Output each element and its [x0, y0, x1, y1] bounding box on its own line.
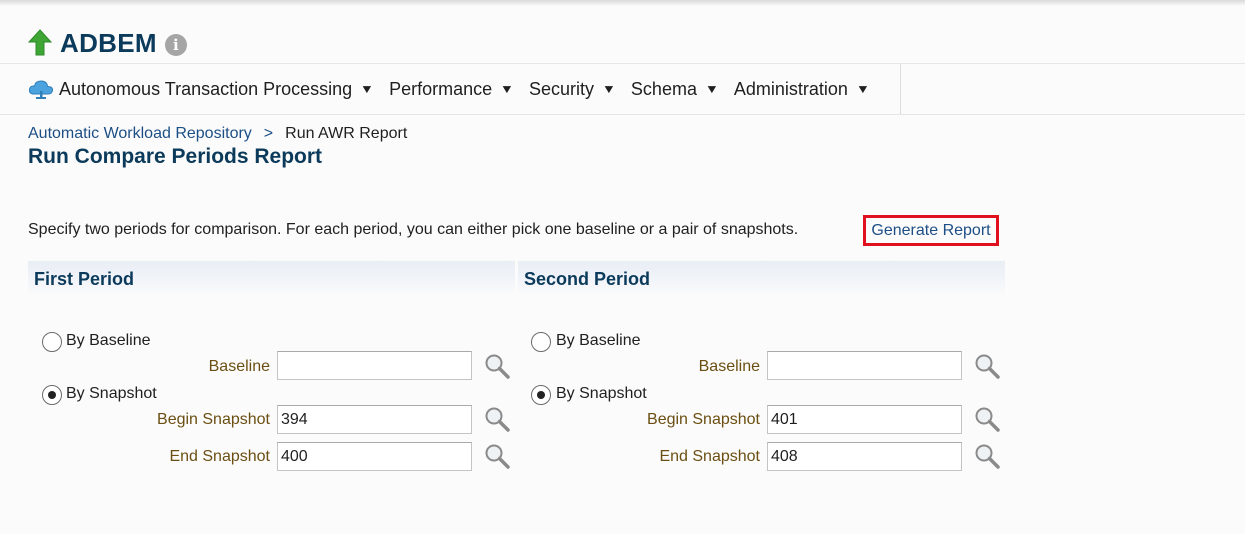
- page-title: Run Compare Periods Report: [28, 145, 323, 168]
- caret-down-icon: ▼: [499, 82, 515, 96]
- second-by-snapshot-label: By Snapshot: [556, 385, 647, 402]
- second-by-baseline-radio[interactable]: [531, 332, 551, 352]
- caret-down-icon: ▼: [855, 82, 870, 96]
- generate-report-button[interactable]: Generate Report: [863, 215, 999, 246]
- search-icon[interactable]: [483, 405, 511, 433]
- menu-item-security[interactable]: Security ▼: [529, 78, 617, 100]
- app-title-row: ADBEM i: [27, 26, 187, 60]
- search-icon[interactable]: [973, 405, 1001, 433]
- first-by-baseline-radio[interactable]: [42, 332, 62, 352]
- menu-item-performance[interactable]: Performance ▼: [389, 78, 515, 100]
- breadcrumb-link-awr[interactable]: Automatic Workload Repository: [28, 125, 252, 143]
- instructions-text: Specify two periods for comparison. For …: [28, 221, 799, 238]
- first-by-snapshot-radio[interactable]: [42, 385, 62, 405]
- second-period-heading: Second Period: [518, 261, 1005, 296]
- menu-label: Performance: [389, 78, 493, 99]
- menu-item-schema[interactable]: Schema ▼: [630, 78, 720, 100]
- second-end-snapshot-label: End Snapshot: [659, 448, 760, 465]
- first-end-snapshot-label: End Snapshot: [169, 448, 270, 465]
- top-shadow: [0, 0, 1245, 6]
- second-end-snapshot-input[interactable]: [767, 442, 962, 471]
- menu-item-administration[interactable]: Administration ▼: [733, 78, 870, 100]
- search-icon[interactable]: [973, 442, 1001, 470]
- menu-label: Administration: [733, 78, 848, 99]
- second-by-baseline-label: By Baseline: [556, 332, 641, 349]
- app-title: ADBEM: [60, 27, 157, 58]
- menu-bar: Autonomous Transaction Processing ▼ Perf…: [0, 63, 1245, 115]
- first-begin-snapshot-input[interactable]: [277, 405, 472, 434]
- menu-divider: [900, 64, 901, 114]
- info-icon[interactable]: i: [164, 34, 187, 56]
- cloud-icon: [28, 78, 54, 100]
- first-by-snapshot-label: By Snapshot: [66, 385, 157, 402]
- second-begin-snapshot-input[interactable]: [767, 405, 962, 434]
- second-baseline-input[interactable]: [767, 351, 962, 380]
- menu: Autonomous Transaction Processing ▼ Perf…: [28, 77, 885, 101]
- caret-down-icon: ▼: [704, 82, 720, 96]
- up-arrow-icon: [27, 29, 53, 57]
- caret-down-icon: ▼: [359, 82, 375, 96]
- breadcrumb: Automatic Workload Repository > Run AWR …: [28, 125, 407, 143]
- second-baseline-label: Baseline: [698, 358, 760, 375]
- search-icon[interactable]: [483, 352, 511, 380]
- first-baseline-label: Baseline: [208, 358, 270, 375]
- menu-label: Security: [529, 78, 595, 99]
- breadcrumb-current: Run AWR Report: [285, 125, 408, 142]
- menu-label: Autonomous Transaction Processing: [59, 78, 353, 99]
- search-icon[interactable]: [483, 442, 511, 470]
- first-by-baseline-label: By Baseline: [66, 332, 151, 349]
- menu-item-atp[interactable]: Autonomous Transaction Processing ▼: [28, 78, 375, 100]
- second-by-snapshot-radio[interactable]: [531, 385, 551, 405]
- search-icon[interactable]: [973, 352, 1001, 380]
- breadcrumb-separator: >: [263, 125, 274, 142]
- caret-down-icon: ▼: [601, 82, 617, 96]
- first-end-snapshot-input[interactable]: [277, 442, 472, 471]
- first-begin-snapshot-label: Begin Snapshot: [157, 411, 270, 428]
- second-begin-snapshot-label: Begin Snapshot: [647, 411, 760, 428]
- first-baseline-input[interactable]: [277, 351, 472, 380]
- menu-label: Schema: [630, 78, 697, 99]
- first-period-heading: First Period: [28, 261, 515, 296]
